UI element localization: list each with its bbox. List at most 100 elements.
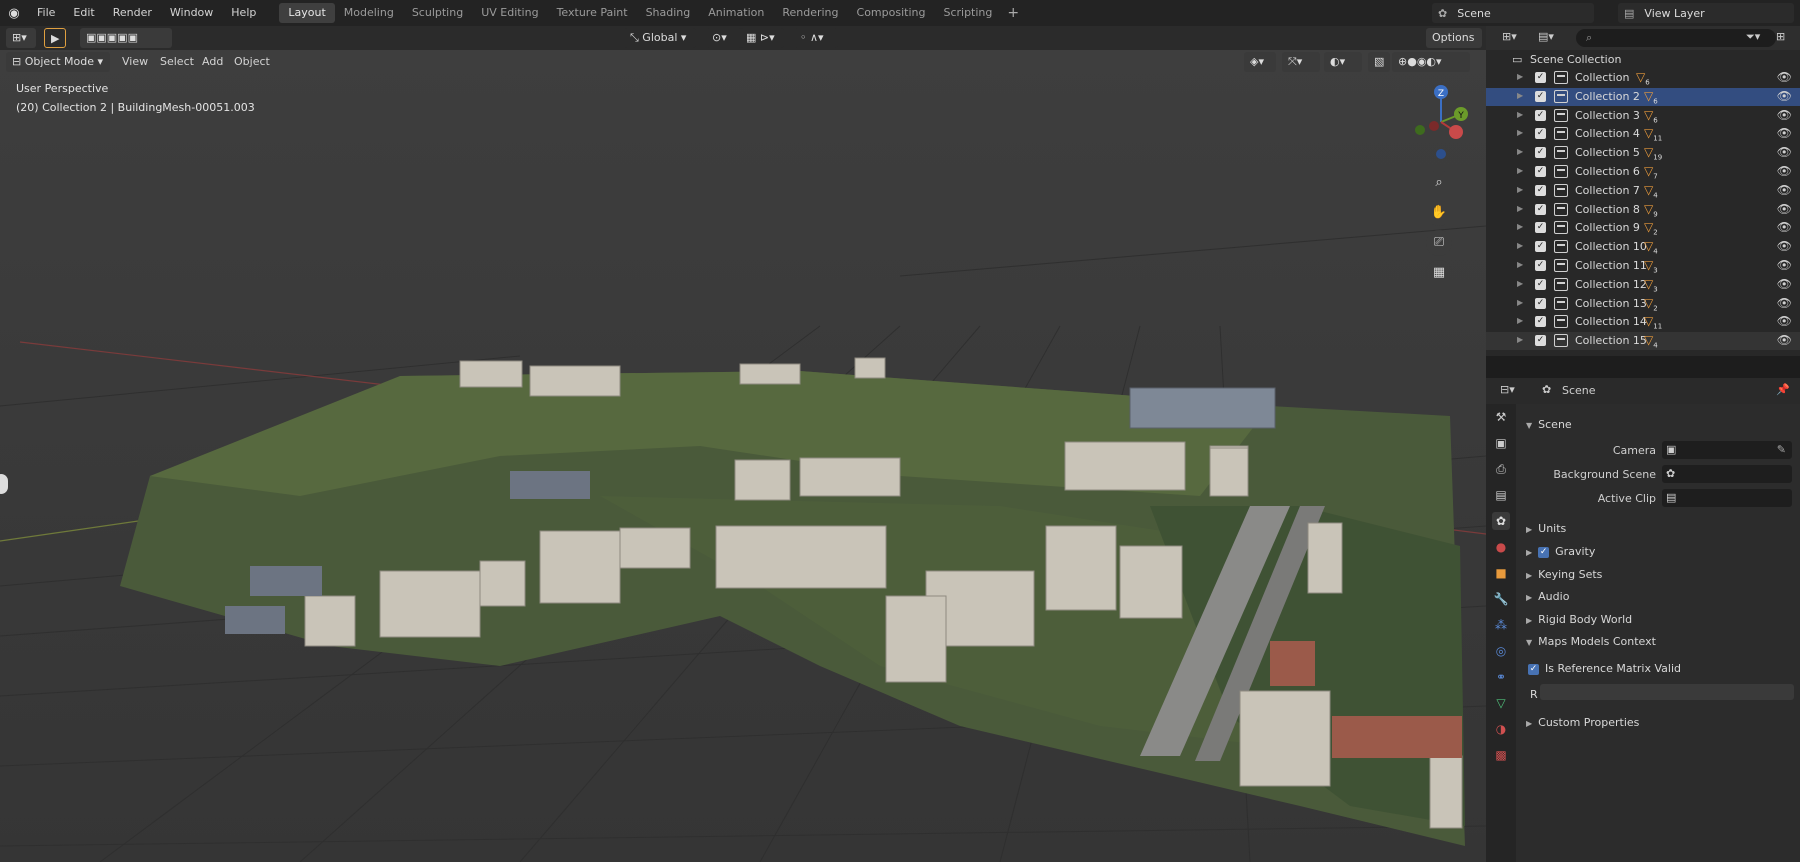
maps-models-context-section-header[interactable]: ▼ Maps Models Context <box>1526 635 1656 648</box>
data-tab-icon[interactable]: ▽ <box>1492 694 1510 712</box>
visibility-eye-icon[interactable]: 👁 <box>1777 183 1792 197</box>
mesh-data-icon[interactable]: ▽6 <box>1644 89 1658 105</box>
menu-add[interactable]: Add <box>196 52 229 72</box>
exclude-checkbox[interactable]: ✓ <box>1535 128 1546 140</box>
menu-object[interactable]: Object <box>228 52 276 72</box>
menu-window[interactable]: Window <box>161 0 222 26</box>
mesh-data-icon[interactable]: ▽7 <box>1644 164 1658 180</box>
mesh-data-icon[interactable]: ▽4 <box>1644 239 1658 255</box>
exclude-checkbox[interactable]: ✓ <box>1535 278 1546 290</box>
display-mode-icon[interactable]: ▤▾ <box>1538 30 1554 43</box>
output-tab-icon[interactable]: ⎙ <box>1492 460 1510 478</box>
expand-arrow-icon[interactable]: ▶ <box>1517 316 1523 325</box>
outliner-collection-row[interactable]: ▶ ✓ Collection 7 ▽4 👁 <box>1486 182 1800 200</box>
rigid-body-world-section-header[interactable]: ▶ Rigid Body World <box>1526 613 1632 626</box>
exclude-checkbox[interactable]: ✓ <box>1535 109 1546 121</box>
expand-arrow-icon[interactable]: ▶ <box>1517 147 1523 156</box>
mode-dropdown[interactable]: ⊟ Object Mode ▾ <box>6 52 110 72</box>
background-scene-field[interactable]: ✿ <box>1662 465 1792 483</box>
exclude-checkbox[interactable]: ✓ <box>1535 335 1546 347</box>
perspective-toggle-icon[interactable]: ▦ <box>1426 260 1452 286</box>
blender-logo-icon[interactable]: ◉ <box>0 6 28 21</box>
outliner-collection-row[interactable]: ▶ ✓ Collection 9 ▽2 👁 <box>1486 219 1800 237</box>
scene-section-header[interactable]: ▼ Scene <box>1526 418 1572 431</box>
expand-arrow-icon[interactable]: ▶ <box>1517 260 1523 269</box>
mesh-data-icon[interactable]: ▽9 <box>1644 202 1658 218</box>
menu-file[interactable]: File <box>28 0 64 26</box>
exclude-checkbox[interactable]: ✓ <box>1535 90 1546 102</box>
tab-modeling[interactable]: Modeling <box>335 3 403 23</box>
navigation-gizmo[interactable]: Z Y <box>1406 82 1476 162</box>
exclude-checkbox[interactable]: ✓ <box>1535 72 1546 83</box>
visibility-eye-icon[interactable]: 👁 <box>1777 333 1792 347</box>
proportional-editing-toggle[interactable]: ◦ ∧▾ <box>794 28 838 48</box>
visibility-eye-icon[interactable]: 👁 <box>1777 277 1792 291</box>
texture-tab-icon[interactable]: ▩ <box>1492 746 1510 764</box>
outliner-collection-row[interactable]: ▶ ✓ Collection 4 ▽11 👁 <box>1486 125 1800 143</box>
expand-arrow-icon[interactable]: ▶ <box>1517 128 1523 137</box>
new-collection-icon[interactable]: ⊞ <box>1776 30 1785 43</box>
visibility-eye-icon[interactable]: 👁 <box>1777 220 1792 234</box>
3d-viewport[interactable]: ⊞▾ ▶ ▣▣▣▣▣ ⤡ Global ▾ ⊙▾ ▦ ⊳▾ ◦ ∧▾ Optio… <box>0 26 1486 862</box>
visibility-eye-icon[interactable]: 👁 <box>1777 296 1792 310</box>
object-tab-icon[interactable]: ■ <box>1492 564 1510 582</box>
outliner-collection-row[interactable]: ▶ ✓ Collection 3 ▽6 👁 <box>1486 107 1800 125</box>
mesh-data-icon[interactable]: ▽4 <box>1644 183 1658 199</box>
menu-view[interactable]: View <box>116 52 154 72</box>
menu-help[interactable]: Help <box>222 0 265 26</box>
visibility-eye-icon[interactable]: 👁 <box>1777 89 1792 103</box>
filter-icon[interactable]: ⏷▾ <box>1746 30 1760 44</box>
mesh-data-icon[interactable]: ▽4 <box>1644 333 1658 349</box>
expand-arrow-icon[interactable]: ▶ <box>1517 166 1523 175</box>
select-tool-icon[interactable]: ▶ <box>44 28 66 48</box>
expand-arrow-icon[interactable]: ▶ <box>1517 335 1523 344</box>
selection-mode-buttons[interactable]: ▣▣▣▣▣ <box>80 28 172 48</box>
is-reference-matrix-valid-row[interactable]: ✓ Is Reference Matrix Valid <box>1528 662 1681 675</box>
gravity-checkbox[interactable]: ✓ <box>1538 546 1550 558</box>
expand-arrow-icon[interactable]: ▶ <box>1517 222 1523 231</box>
view-layer-tab-icon[interactable]: ▤ <box>1492 486 1510 504</box>
tab-uv-editing[interactable]: UV Editing <box>472 3 547 23</box>
pivot-point-dropdown[interactable]: ⊙▾ <box>706 28 742 48</box>
visibility-eye-icon[interactable]: 👁 <box>1777 314 1792 328</box>
expand-arrow-icon[interactable]: ▶ <box>1517 241 1523 250</box>
menu-render[interactable]: Render <box>104 0 161 26</box>
exclude-checkbox[interactable]: ✓ <box>1535 297 1546 309</box>
mesh-data-icon[interactable]: ▽11 <box>1644 126 1662 142</box>
outliner-collection-row[interactable]: ▶ ✓ Collection 14 ▽11 👁 <box>1486 313 1800 331</box>
active-clip-field[interactable]: ▤ <box>1662 489 1792 507</box>
eyedropper-icon[interactable]: ✎ <box>1777 443 1786 456</box>
camera-field[interactable]: ▣ ✎ <box>1662 441 1792 459</box>
tab-sculpting[interactable]: Sculpting <box>403 3 472 23</box>
outliner-collection-row[interactable]: ▶ ✓ Collection 5 ▽19 👁 <box>1486 144 1800 162</box>
expand-arrow-icon[interactable]: ▶ <box>1517 185 1523 194</box>
tab-rendering[interactable]: Rendering <box>773 3 847 23</box>
material-tab-icon[interactable]: ◑ <box>1492 720 1510 738</box>
scene-selector[interactable]: ✿ Scene <box>1432 3 1594 23</box>
visibility-dropdown[interactable]: ◈▾ <box>1244 52 1276 72</box>
outliner-collection-row[interactable]: ▶ ✓ Collection 10 ▽4 👁 <box>1486 238 1800 256</box>
mesh-data-icon[interactable]: ▽2 <box>1644 296 1658 312</box>
visibility-eye-icon[interactable]: 👁 <box>1777 164 1792 178</box>
tab-scripting[interactable]: Scripting <box>934 3 1001 23</box>
visibility-eye-icon[interactable]: 👁 <box>1777 108 1792 122</box>
gravity-section-header[interactable]: ▶ ✓ Gravity <box>1526 545 1595 558</box>
exclude-checkbox[interactable]: ✓ <box>1535 203 1546 215</box>
tab-texture-paint[interactable]: Texture Paint <box>548 3 637 23</box>
mesh-data-icon[interactable]: ▽2 <box>1644 220 1658 236</box>
expand-arrow-icon[interactable]: ▶ <box>1517 72 1523 81</box>
overlays-toggle[interactable]: ◐▾ <box>1324 52 1362 72</box>
pan-hand-icon[interactable]: ✋ <box>1426 200 1452 226</box>
visibility-eye-icon[interactable]: 👁 <box>1777 239 1792 253</box>
visibility-eye-icon[interactable]: 👁 <box>1777 202 1792 216</box>
scene-tab-icon[interactable]: ✿ <box>1492 512 1510 530</box>
outliner-collection-row[interactable]: ▶ ✓ Collection ▽6 👁 <box>1486 69 1800 87</box>
custom-properties-section-header[interactable]: ▶ Custom Properties <box>1526 716 1639 729</box>
reference-matrix-row-field[interactable] <box>1540 684 1794 700</box>
exclude-checkbox[interactable]: ✓ <box>1535 222 1546 234</box>
outliner-collection-row[interactable]: ▶ ✓ Collection 2 ▽6 👁 <box>1486 87 1800 106</box>
exclude-checkbox[interactable]: ✓ <box>1535 241 1546 253</box>
mesh-data-icon[interactable]: ▽6 <box>1644 108 1658 124</box>
audio-section-header[interactable]: ▶ Audio <box>1526 590 1569 603</box>
options-dropdown[interactable]: Options ▾ <box>1426 28 1482 64</box>
